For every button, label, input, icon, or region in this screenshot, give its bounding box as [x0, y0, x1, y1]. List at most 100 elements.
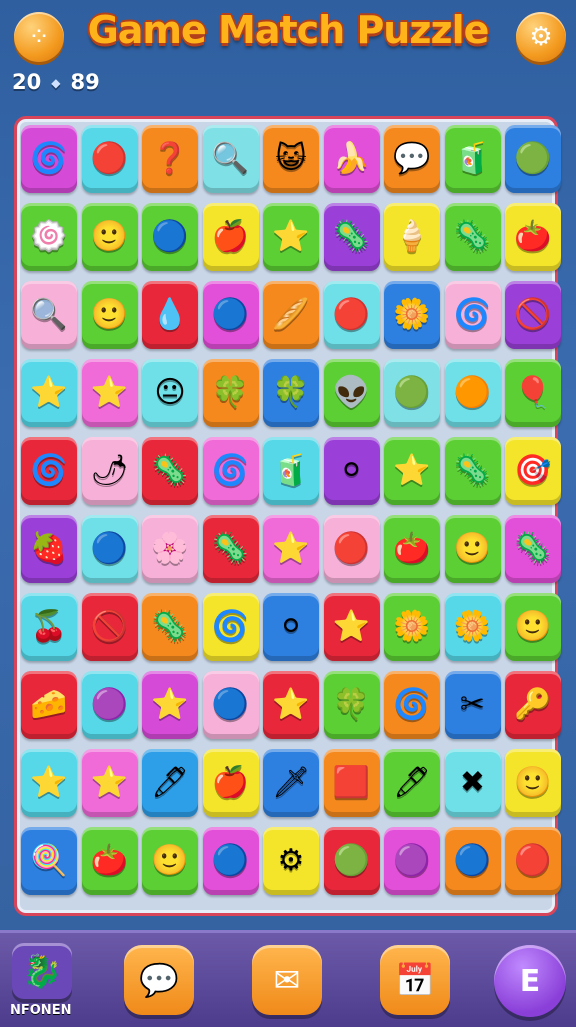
game-tile[interactable]: 🔴	[505, 827, 561, 895]
game-tile[interactable]: 🔍	[202, 125, 259, 193]
menu-button[interactable]: ⁘	[14, 12, 64, 62]
game-tile[interactable]: ⭐	[81, 359, 138, 427]
game-tile[interactable]: 🌀	[384, 671, 440, 739]
game-tile[interactable]: 🟣	[81, 671, 138, 739]
game-tile[interactable]: ❓	[142, 125, 198, 193]
game-tile[interactable]: 🥖	[263, 281, 319, 349]
game-tile[interactable]: 🔵	[202, 827, 259, 895]
game-tile[interactable]: 🔵	[202, 281, 259, 349]
game-tile[interactable]: 👽	[323, 359, 380, 427]
game-tile[interactable]: 🔵	[81, 515, 138, 583]
game-tile[interactable]: 🍀	[323, 671, 380, 739]
game-tile[interactable]: ⭐	[21, 359, 77, 427]
tile-icon: 🙂	[90, 297, 129, 332]
game-tile[interactable]: 🖊	[384, 749, 440, 817]
game-tile[interactable]: 🟠	[444, 359, 501, 427]
game-tile[interactable]: 🎯	[505, 437, 561, 505]
game-tile[interactable]: 💧	[142, 281, 198, 349]
game-tile[interactable]: 🔴	[323, 281, 380, 349]
game-tile[interactable]: ⚪	[263, 593, 319, 661]
game-tile[interactable]: 🦠	[142, 437, 198, 505]
game-tile[interactable]: 🚫	[81, 593, 138, 661]
game-tile[interactable]: ⚙	[263, 827, 319, 895]
game-tile[interactable]: 🦠	[323, 203, 380, 271]
game-tile[interactable]: 😺	[263, 125, 319, 193]
game-tile[interactable]: ⭐	[263, 515, 319, 583]
game-tile[interactable]: 🔴	[81, 125, 138, 193]
game-tile[interactable]: 🌀	[444, 281, 501, 349]
game-tile[interactable]: 🌸	[142, 515, 198, 583]
game-tile[interactable]: 🌼	[384, 593, 440, 661]
game-tile[interactable]: 🍓	[21, 515, 77, 583]
game-tile[interactable]: 😐	[142, 359, 198, 427]
game-tile[interactable]: ⭐	[21, 749, 77, 817]
game-tile[interactable]: 🍭	[21, 827, 77, 895]
game-tile[interactable]: ⚪	[323, 437, 380, 505]
game-tile[interactable]: ⭐	[384, 437, 440, 505]
game-tile[interactable]: 🙂	[81, 203, 138, 271]
game-tile[interactable]: 🦠	[444, 437, 501, 505]
game-tile[interactable]: 🚫	[505, 281, 561, 349]
game-tile[interactable]: 🍦	[384, 203, 440, 271]
game-tile[interactable]: 🙂	[444, 515, 501, 583]
game-tile[interactable]: ✖	[444, 749, 501, 817]
game-tile[interactable]: ⭐	[81, 749, 138, 817]
game-tile[interactable]: 🟢	[505, 125, 561, 193]
game-tile[interactable]: 🦠	[142, 593, 198, 661]
game-tile[interactable]: 🧀	[21, 671, 77, 739]
hint-button[interactable]: 💬	[124, 945, 194, 1015]
game-tile[interactable]: 🧃	[444, 125, 501, 193]
game-tile[interactable]: 🙂	[142, 827, 198, 895]
game-tile[interactable]: 🟢	[384, 359, 440, 427]
game-tile[interactable]: ⭐	[142, 671, 198, 739]
envelope-icon: ✉	[273, 961, 301, 999]
game-tile[interactable]: 🟥	[323, 749, 380, 817]
game-tile[interactable]: 🍒	[21, 593, 77, 661]
game-tile[interactable]: ⭐	[323, 593, 380, 661]
game-tile[interactable]: 🌀	[21, 437, 77, 505]
game-tile[interactable]: ⭐	[263, 671, 319, 739]
game-tile[interactable]: 🔵	[202, 671, 259, 739]
game-tile[interactable]: 🍅	[505, 203, 561, 271]
game-tile[interactable]: 🌶	[81, 437, 138, 505]
game-tile[interactable]: 🔍	[21, 281, 77, 349]
game-tile[interactable]: 🌀	[202, 437, 259, 505]
game-tile[interactable]: 🦠	[505, 515, 561, 583]
game-tile[interactable]: 🔴	[323, 515, 380, 583]
profile-button[interactable]: 🐉	[12, 943, 72, 999]
game-tile[interactable]: 🟢	[323, 827, 380, 895]
game-tile[interactable]: 🔑	[505, 671, 561, 739]
game-tile[interactable]: 🦠	[202, 515, 259, 583]
game-tile[interactable]: 🎈	[505, 359, 561, 427]
game-tile[interactable]: ⭐	[263, 203, 319, 271]
game-tile[interactable]: 🍎	[202, 749, 259, 817]
game-tile[interactable]: 💬	[384, 125, 440, 193]
game-tile[interactable]: 🌼	[444, 593, 501, 661]
game-tile[interactable]: 🧃	[263, 437, 319, 505]
calendar-button[interactable]: 📅	[380, 945, 450, 1015]
game-tile[interactable]: 🍅	[81, 827, 138, 895]
game-tile[interactable]: 🍅	[384, 515, 440, 583]
game-tile[interactable]: 🗡	[263, 749, 319, 817]
game-tile[interactable]: 🟣	[384, 827, 440, 895]
game-tile[interactable]: 🔵	[142, 203, 198, 271]
game-tile[interactable]: 🔵	[444, 827, 501, 895]
game-tile[interactable]: 🙂	[81, 281, 138, 349]
game-tile[interactable]: 🌀	[202, 593, 259, 661]
game-tile[interactable]: 🙂	[505, 749, 561, 817]
mail-button[interactable]: ✉	[252, 945, 322, 1015]
game-tile[interactable]: 🌀	[21, 125, 77, 193]
game-tile[interactable]: 🍌	[323, 125, 380, 193]
game-tile[interactable]: 🍎	[202, 203, 259, 271]
game-tile[interactable]: 🌼	[384, 281, 440, 349]
game-tile[interactable]: 🦠	[444, 203, 501, 271]
game-tile[interactable]: 🍀	[202, 359, 259, 427]
game-tile[interactable]: 🙂	[505, 593, 561, 661]
list-button[interactable]: E	[494, 945, 566, 1017]
game-tile[interactable]: 🖊	[142, 749, 198, 817]
tile-icon: 🍅	[514, 219, 552, 254]
game-tile[interactable]: ✂	[444, 671, 501, 739]
game-tile[interactable]: 🍥	[21, 203, 77, 271]
game-tile[interactable]: 🍀	[263, 359, 319, 427]
settings-button[interactable]: ⚙	[516, 12, 566, 62]
